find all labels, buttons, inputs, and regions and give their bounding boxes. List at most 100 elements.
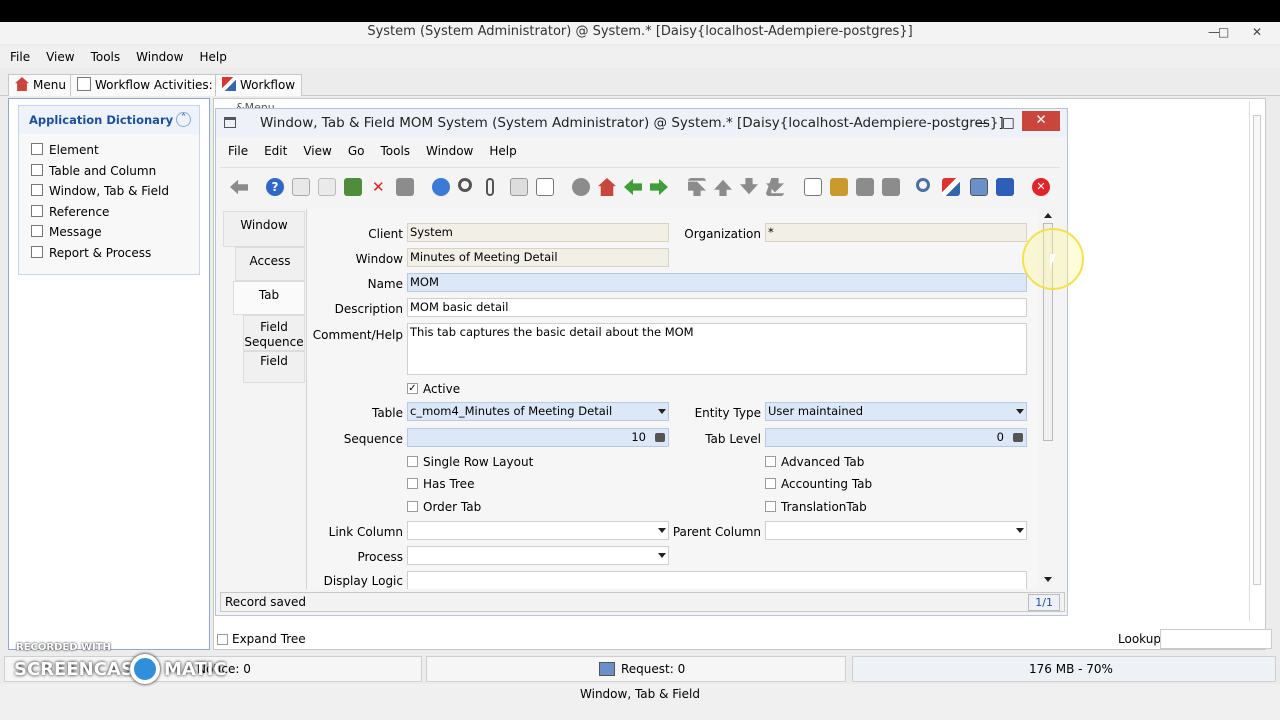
report-icon[interactable] bbox=[804, 178, 822, 196]
first-record-icon[interactable] bbox=[688, 178, 706, 196]
last-record-icon[interactable] bbox=[766, 178, 784, 196]
grid-toggle-icon[interactable] bbox=[536, 178, 554, 196]
archive-icon[interactable] bbox=[830, 178, 848, 196]
scroll-up-icon[interactable] bbox=[1044, 213, 1052, 218]
nav-item-reference[interactable]: Reference bbox=[19, 202, 199, 223]
dialog-minimize-icon[interactable]: — bbox=[976, 109, 990, 137]
has-tree-checkbox[interactable] bbox=[407, 478, 418, 489]
comment-help-field[interactable]: This tab captures the basic detail about… bbox=[407, 323, 1027, 375]
request-panel[interactable]: Request: 0 bbox=[426, 656, 846, 682]
outer-scrollbar-thumb[interactable] bbox=[1253, 115, 1261, 585]
menu-file[interactable]: File bbox=[0, 46, 38, 68]
record-navigation-count[interactable]: 1/1 bbox=[1028, 594, 1060, 611]
vtab-field[interactable]: Field bbox=[243, 351, 305, 383]
dialog-menu-window[interactable]: Window bbox=[418, 140, 481, 162]
lookup-field[interactable] bbox=[1160, 629, 1272, 649]
translation-tab-label: TranslationTab bbox=[781, 500, 867, 514]
table-select[interactable]: c_mom4_Minutes of Meeting Detail bbox=[407, 402, 669, 421]
dialog-menu-edit[interactable]: Edit bbox=[256, 140, 295, 162]
dialog-menu-view[interactable]: View bbox=[295, 140, 339, 162]
vtab-window[interactable]: Window bbox=[223, 211, 305, 247]
new-record-icon[interactable] bbox=[292, 178, 310, 196]
translation-tab-checkbox[interactable] bbox=[765, 501, 776, 512]
history-icon[interactable] bbox=[572, 178, 590, 196]
workflow-icon[interactable] bbox=[942, 178, 960, 196]
vtab-access[interactable]: Access bbox=[235, 247, 305, 281]
find-icon[interactable] bbox=[458, 178, 472, 192]
dialog-menu-help[interactable]: Help bbox=[481, 140, 524, 162]
vtab-tab-label: Tab bbox=[258, 288, 280, 302]
dialog-maximize-icon[interactable]: □ bbox=[1002, 109, 1015, 137]
mouse-pointer-icon bbox=[1050, 254, 1056, 268]
menu-tools[interactable]: Tools bbox=[83, 46, 129, 68]
nav-item-table-and-column[interactable]: Table and Column bbox=[19, 161, 199, 182]
next-record-icon[interactable] bbox=[740, 178, 758, 195]
print-preview-icon[interactable] bbox=[396, 178, 414, 196]
parent-icon[interactable] bbox=[624, 178, 642, 196]
sequence-field[interactable]: 10 bbox=[407, 428, 669, 447]
active-checkbox[interactable]: ✓ bbox=[407, 383, 418, 394]
nav-item-message[interactable]: Message bbox=[19, 222, 199, 243]
client-field[interactable]: System bbox=[407, 223, 669, 242]
application-dictionary-panel: Application Dictionary ˄ Element Table a… bbox=[18, 105, 200, 275]
exit-icon[interactable]: ✕ bbox=[1032, 178, 1050, 196]
undo-icon[interactable] bbox=[230, 179, 248, 195]
order-tab-checkbox[interactable] bbox=[407, 501, 418, 512]
home-icon[interactable] bbox=[598, 178, 616, 196]
name-field[interactable]: MOM bbox=[407, 273, 1027, 292]
watermark-line2: SCREENCAST bbox=[14, 659, 147, 680]
tab-workflow[interactable]: Workflow bbox=[215, 74, 303, 96]
nav-item-label: Message bbox=[49, 225, 102, 239]
outer-scrollbar[interactable] bbox=[1249, 101, 1263, 621]
close-icon[interactable]: ✕ bbox=[1252, 22, 1262, 42]
description-field[interactable]: MOM basic detail bbox=[407, 298, 1027, 317]
print-icon[interactable] bbox=[856, 178, 874, 196]
display-logic-field[interactable] bbox=[407, 571, 1027, 589]
nav-item-element[interactable]: Element bbox=[19, 140, 199, 161]
tab-level-field[interactable]: 0 bbox=[765, 428, 1027, 447]
organization-field[interactable]: * bbox=[765, 223, 1027, 242]
link-column-select[interactable] bbox=[407, 521, 669, 540]
dialog-menu-tools[interactable]: Tools bbox=[372, 140, 418, 162]
refresh-icon[interactable] bbox=[432, 178, 450, 196]
menu-window[interactable]: Window bbox=[128, 46, 191, 68]
menu-help[interactable]: Help bbox=[191, 46, 234, 68]
single-row-layout-checkbox[interactable] bbox=[407, 456, 418, 467]
organization-label: Organization bbox=[684, 227, 761, 241]
print-direct-icon[interactable] bbox=[882, 178, 900, 196]
dialog-menu-go[interactable]: Go bbox=[340, 140, 373, 162]
tab-menu[interactable]: Menu bbox=[8, 74, 73, 96]
menu-view[interactable]: View bbox=[38, 46, 82, 68]
dialog-menu-file[interactable]: File bbox=[220, 140, 256, 162]
save-icon[interactable] bbox=[344, 178, 362, 196]
help-icon[interactable]: ? bbox=[266, 178, 284, 196]
chat-icon[interactable] bbox=[510, 178, 528, 196]
request-icon[interactable] bbox=[970, 178, 988, 196]
maximize-icon[interactable]: □ bbox=[1218, 22, 1229, 42]
collapse-icon[interactable]: ˄ bbox=[176, 112, 191, 127]
process-select[interactable] bbox=[407, 546, 669, 565]
attachment-icon[interactable] bbox=[486, 178, 494, 196]
previous-record-icon[interactable] bbox=[714, 179, 732, 196]
nav-item-report-process[interactable]: Report & Process bbox=[19, 243, 199, 264]
window-field[interactable]: Minutes of Meeting Detail bbox=[407, 248, 669, 267]
accounting-tab-checkbox[interactable] bbox=[765, 478, 776, 489]
application-dictionary-header[interactable]: Application Dictionary ˄ bbox=[19, 106, 199, 134]
scroll-down-icon[interactable] bbox=[1044, 577, 1052, 582]
nav-item-label: Report & Process bbox=[49, 245, 152, 260]
calculator-icon[interactable] bbox=[1013, 433, 1023, 442]
tab-workflow-activities[interactable]: Workflow Activities: 0 bbox=[70, 74, 232, 96]
copy-record-icon[interactable] bbox=[318, 178, 336, 196]
zoom-across-icon[interactable] bbox=[916, 178, 930, 192]
dialog-close-icon[interactable]: ✕ bbox=[1022, 111, 1060, 131]
entity-type-select[interactable]: User maintained bbox=[765, 402, 1027, 421]
advanced-tab-checkbox[interactable] bbox=[765, 456, 776, 467]
nav-item-window-tab-field[interactable]: Window, Tab & Field bbox=[19, 181, 199, 202]
delete-icon[interactable]: ✕ bbox=[372, 178, 390, 196]
vtab-tab[interactable]: Tab bbox=[233, 281, 305, 315]
app-title: System (System Administrator) @ System.*… bbox=[367, 24, 913, 39]
parent-column-select[interactable] bbox=[765, 521, 1027, 540]
vtab-field-sequence[interactable]: Field Sequence bbox=[243, 315, 305, 351]
product-info-icon[interactable] bbox=[996, 178, 1014, 196]
detail-icon[interactable] bbox=[650, 178, 668, 196]
